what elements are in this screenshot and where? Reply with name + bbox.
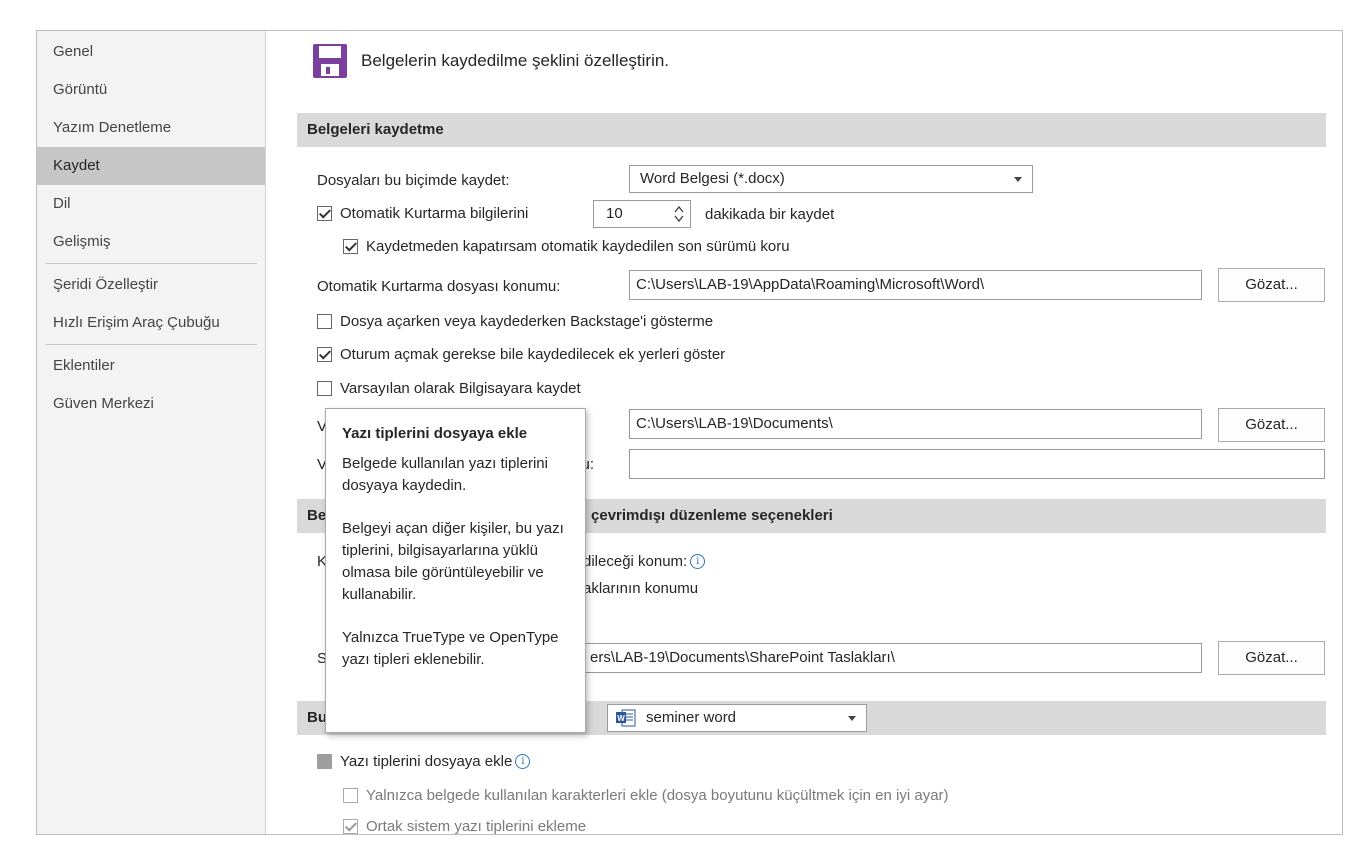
sidebar-item-add-ins[interactable]: Eklentiler	[37, 347, 265, 385]
sidebar-item-trust-center[interactable]: Güven Merkezi	[37, 385, 265, 423]
autorecover-row: Otomatik Kurtarma bilgilerini	[317, 205, 528, 222]
autorecover-location-input[interactable]: C:\Users\LAB-19\AppData\Roaming\Microsof…	[629, 270, 1202, 300]
browse-default-location-button[interactable]: Gözat...	[1218, 408, 1325, 442]
keep-last-label: Kaydetmeden kapatırsam otomatik kaydedil…	[366, 238, 790, 255]
embed-fonts-label: Yazı tiplerini dosyaya ekle	[340, 753, 513, 770]
embed-fonts-checkbox[interactable]	[317, 754, 332, 769]
autorecover-minutes-value: 10	[606, 205, 623, 222]
svg-text:W: W	[617, 714, 625, 723]
word-document-icon: W	[616, 709, 636, 727]
additional-places-row: Oturum açmak gerekse bile kaydedilecek e…	[317, 346, 725, 363]
server-drafts-location-input[interactable]: ers\LAB-19\Documents\SharePoint Taslakla…	[583, 643, 1202, 673]
section-title-end: için çevrimdışı düzenleme seçenekleri	[561, 507, 833, 524]
sidebar-item-proofing[interactable]: Yazım Denetleme	[37, 109, 265, 147]
offline-location-label-end: dileceği konum: i	[583, 553, 706, 570]
embed-fonts-tooltip: Yazı tiplerini dosyaya ekle Belgede kull…	[325, 408, 586, 733]
sidebar-item-display[interactable]: Görüntü	[37, 71, 265, 109]
sidebar-item-advanced[interactable]: Gelişmiş	[37, 223, 265, 261]
sidebar-item-save[interactable]: Kaydet	[37, 147, 265, 185]
no-common-fonts-row: Ortak sistem yazı tiplerini ekleme	[343, 818, 587, 835]
chevron-down-icon	[1014, 177, 1022, 182]
embed-fonts-row: Yazı tiplerini dosyaya ekle i	[317, 753, 531, 770]
embed-used-chars-row: Yalnızca belgede kullanılan karakterleri…	[343, 787, 949, 804]
document-select-dropdown[interactable]: W seminer word	[607, 704, 867, 732]
browse-server-drafts-button[interactable]: Gözat...	[1218, 641, 1325, 675]
autorecover-location-label: Otomatik Kurtarma dosyası konumu:	[317, 278, 561, 295]
save-computer-label: Varsayılan olarak Bilgisayara kaydet	[340, 380, 581, 397]
drafts-location-label: aklarının konumu	[583, 580, 699, 597]
backstage-checkbox[interactable]	[317, 314, 332, 329]
format-label: Dosyaları bu biçimde kaydet:	[317, 172, 510, 189]
floppy-disk-icon	[313, 44, 347, 78]
sidebar-item-customize-ribbon[interactable]: Şeridi Özelleştir	[37, 266, 265, 304]
options-window: Genel Görüntü Yazım Denetleme Kaydet Dil…	[36, 30, 1343, 835]
save-computer-checkbox[interactable]	[317, 381, 332, 396]
autorecover-checkbox[interactable]	[317, 206, 332, 221]
chevron-down-icon	[848, 716, 856, 721]
sidebar: Genel Görüntü Yazım Denetleme Kaydet Dil…	[37, 31, 266, 834]
page-title: Belgelerin kaydedilme şeklini özelleştir…	[361, 51, 670, 70]
browse-autorecover-button[interactable]: Gözat...	[1218, 268, 1325, 302]
save-format-dropdown[interactable]: Word Belgesi (*.docx)	[629, 165, 1033, 193]
default-location-input[interactable]: C:\Users\LAB-19\Documents\	[629, 409, 1202, 439]
sidebar-item-language[interactable]: Dil	[37, 185, 265, 223]
templates-location-input[interactable]	[629, 449, 1325, 479]
section-title-start: Be	[307, 507, 327, 524]
tooltip-paragraph: Belgeyi açan diğer kişiler, bu yazı tipl…	[342, 520, 564, 603]
sidebar-item-general[interactable]: Genel	[37, 33, 265, 71]
spinner-arrows-icon[interactable]	[674, 204, 684, 224]
embed-used-chars-label: Yalnızca belgede kullanılan karakterleri…	[366, 787, 949, 804]
tooltip-paragraph: Yalnızca TrueType ve OpenType yazı tiple…	[342, 629, 559, 668]
backstage-row: Dosya açarken veya kaydederken Backstage…	[317, 313, 713, 330]
info-icon[interactable]: i	[515, 754, 531, 769]
sidebar-item-quick-access-toolbar[interactable]: Hızlı Erişim Araç Çubuğu	[37, 304, 265, 342]
save-format-value: Word Belgesi (*.docx)	[640, 170, 785, 187]
no-common-fonts-checkbox[interactable]	[343, 819, 358, 834]
autorecover-suffix-label: dakikada bir kaydet	[705, 206, 835, 223]
sidebar-divider	[45, 344, 257, 345]
embed-used-chars-checkbox[interactable]	[343, 788, 358, 803]
tooltip-paragraph: Belgede kullanılan yazı tiplerini dosyay…	[342, 455, 548, 494]
autorecover-minutes-stepper[interactable]: 10	[593, 200, 691, 228]
additional-places-checkbox[interactable]	[317, 347, 332, 362]
tooltip-title: Yazı tiplerini dosyaya ekle	[342, 425, 528, 442]
document-select-value: seminer word	[646, 709, 737, 726]
additional-places-label: Oturum açmak gerekse bile kaydedilecek e…	[340, 346, 726, 363]
autorecover-label: Otomatik Kurtarma bilgilerini	[340, 205, 529, 222]
keep-last-row: Kaydetmeden kapatırsam otomatik kaydedil…	[343, 238, 790, 255]
info-icon[interactable]: i	[690, 554, 706, 569]
keep-last-checkbox[interactable]	[343, 239, 358, 254]
sidebar-divider	[45, 263, 257, 264]
no-common-fonts-label: Ortak sistem yazı tiplerini ekleme	[366, 818, 587, 835]
section-header-save-documents: Belgeleri kaydetme	[297, 113, 1326, 147]
offline-location-label-text: dileceği konum:	[583, 553, 688, 570]
backstage-label: Dosya açarken veya kaydederken Backstage…	[340, 313, 714, 330]
save-computer-row: Varsayılan olarak Bilgisayara kaydet	[317, 380, 581, 397]
